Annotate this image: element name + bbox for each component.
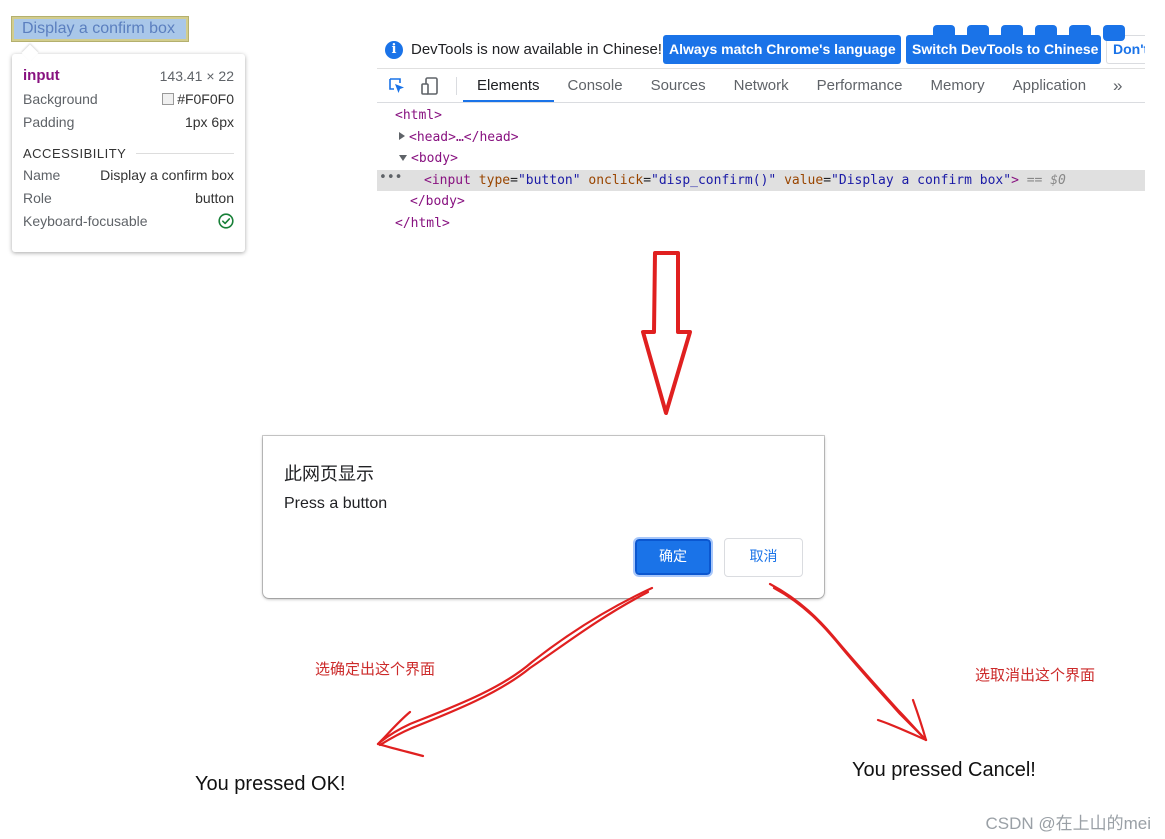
- attr-value: "button": [517, 172, 581, 188]
- tooltip-background-row: Background #F0F0F0: [23, 87, 234, 110]
- infobar-message: DevTools is now available in Chinese!: [411, 41, 662, 58]
- section-divider: [136, 152, 234, 154]
- dom-node-input[interactable]: ••• <input type="button" onclick="disp_c…: [377, 167, 1145, 191]
- cancel-button[interactable]: 取消: [724, 538, 803, 577]
- tooltip-background-value-wrap: #F0F0F0: [162, 91, 234, 107]
- tooltip-role-label: Role: [23, 189, 52, 206]
- dom-tag: <input: [424, 172, 471, 188]
- dialog-message: Press a button: [284, 495, 388, 512]
- ok-result-text: You pressed OK!: [195, 773, 346, 795]
- cancel-arrow-shaft-2: [772, 586, 928, 742]
- tooltip-focusable-label: Keyboard-focusable: [23, 212, 148, 229]
- overlay-icon: [933, 25, 955, 41]
- tab-sources[interactable]: Sources: [637, 69, 720, 102]
- dom-tag: >: [1011, 172, 1019, 188]
- inspect-tooltip: input 143.41 × 22 Background #F0F0F0 Pad…: [12, 54, 245, 252]
- dom-node-head[interactable]: <head>…</head>: [377, 127, 1145, 149]
- devtools-infobar: i DevTools is now available in Chinese! …: [377, 25, 1145, 69]
- dom-node-body[interactable]: <body>: [377, 148, 1145, 170]
- more-tabs-icon[interactable]: »: [1113, 69, 1122, 102]
- tooltip-background-label: Background: [23, 90, 98, 107]
- devtools-panel: i DevTools is now available in Chinese! …: [377, 25, 1145, 237]
- dom-tag: </body>: [410, 194, 465, 209]
- dom-tag: <head>…</head>: [409, 129, 519, 145]
- attr-name: value: [784, 172, 824, 188]
- attr-eq: =: [510, 172, 518, 188]
- tooltip-accessibility-section: ACCESSIBILITY: [23, 143, 234, 163]
- devtools-toolbar: Elements Console Sources Network Perform…: [377, 69, 1145, 103]
- ok-arrow-head: [376, 710, 425, 758]
- attr-value: "disp_confirm()": [651, 172, 777, 188]
- tab-performance[interactable]: Performance: [803, 69, 917, 102]
- tab-network[interactable]: Network: [720, 69, 803, 102]
- cancel-annotation: 选取消出这个界面: [975, 666, 1096, 684]
- dom-node-body-close[interactable]: </body>: [377, 191, 1145, 213]
- info-icon: i: [385, 41, 403, 59]
- overlay-icon: [1069, 25, 1091, 41]
- dom-tree: <html> <head>…</head> <body> ••• <input …: [377, 105, 1145, 234]
- tab-console[interactable]: Console: [554, 69, 637, 102]
- overlay-toolbar-icons: [933, 24, 1145, 42]
- tooltip-size: 143.41 × 22: [159, 67, 234, 84]
- tooltip-name-value: Display a confirm box: [100, 166, 234, 183]
- tooltip-tag-name: input: [23, 67, 60, 84]
- tooltip-padding-label: Padding: [23, 113, 75, 130]
- ok-button[interactable]: 确定: [633, 537, 713, 577]
- collapse-triangle-icon[interactable]: [399, 155, 407, 161]
- attr-eq: =: [823, 172, 832, 188]
- overlay-icon: [1001, 25, 1023, 41]
- overlay-icon: [1035, 25, 1057, 41]
- inspect-element-icon[interactable]: [387, 76, 407, 96]
- cancel-arrow-head: [876, 698, 928, 742]
- tooltip-name-label: Name: [23, 166, 61, 183]
- tooltip-padding-row: Padding 1px 6px: [23, 110, 234, 133]
- overlay-icon: [1103, 25, 1125, 41]
- toolbar-divider: [456, 77, 457, 95]
- attr-name: type: [478, 172, 511, 188]
- tooltip-section-title: ACCESSIBILITY: [23, 145, 127, 161]
- dom-node-html[interactable]: <html>: [377, 105, 1145, 127]
- down-arrow-icon: [641, 251, 692, 415]
- tooltip-role-row: Role button: [23, 186, 234, 209]
- tooltip-padding-value: 1px 6px: [184, 113, 234, 130]
- more-options-icon[interactable]: •••: [379, 167, 402, 189]
- check-circle-icon: [218, 212, 234, 229]
- confirm-dialog: 此网页显示 Press a button 确定 取消: [263, 436, 824, 598]
- devtools-tabs: Elements Console Sources Network Perform…: [463, 69, 1100, 102]
- expand-triangle-icon[interactable]: [399, 131, 405, 140]
- dom-node-html-close[interactable]: </html>: [377, 213, 1145, 235]
- tab-memory[interactable]: Memory: [917, 69, 999, 102]
- tooltip-name-row: Name Display a confirm box: [23, 163, 234, 186]
- attr-name: onclick: [588, 172, 644, 188]
- tooltip-background-value: #F0F0F0: [177, 90, 234, 107]
- device-toolbar-icon[interactable]: [420, 76, 440, 96]
- dom-tag: <body>: [411, 151, 458, 166]
- tooltip-focusable-row: Keyboard-focusable: [23, 209, 234, 232]
- attr-eq: =: [643, 172, 652, 188]
- selected-node-marker: == $0: [1026, 172, 1066, 188]
- tab-application[interactable]: Application: [999, 69, 1100, 102]
- overlay-icon: [967, 25, 989, 41]
- confirm-box-button[interactable]: Display a confirm box: [11, 16, 189, 42]
- always-match-language-button[interactable]: Always match Chrome's language: [663, 35, 901, 64]
- watermark: CSDN @在上山的mei: [985, 814, 1151, 833]
- dom-tag: <html>: [395, 108, 442, 123]
- tooltip-role-value: button: [195, 189, 234, 206]
- dialog-title: 此网页显示: [284, 464, 374, 485]
- tooltip-header: input 143.41 × 22: [23, 64, 234, 87]
- attr-value: "Display a confirm box": [831, 172, 1012, 188]
- cancel-result-text: You pressed Cancel!: [852, 759, 1036, 781]
- tab-elements[interactable]: Elements: [463, 69, 554, 102]
- ok-annotation: 选确定出这个界面: [315, 660, 436, 678]
- dom-tag: </html>: [395, 215, 450, 231]
- color-swatch-icon: [162, 92, 175, 105]
- cancel-arrow-shaft: [768, 582, 928, 742]
